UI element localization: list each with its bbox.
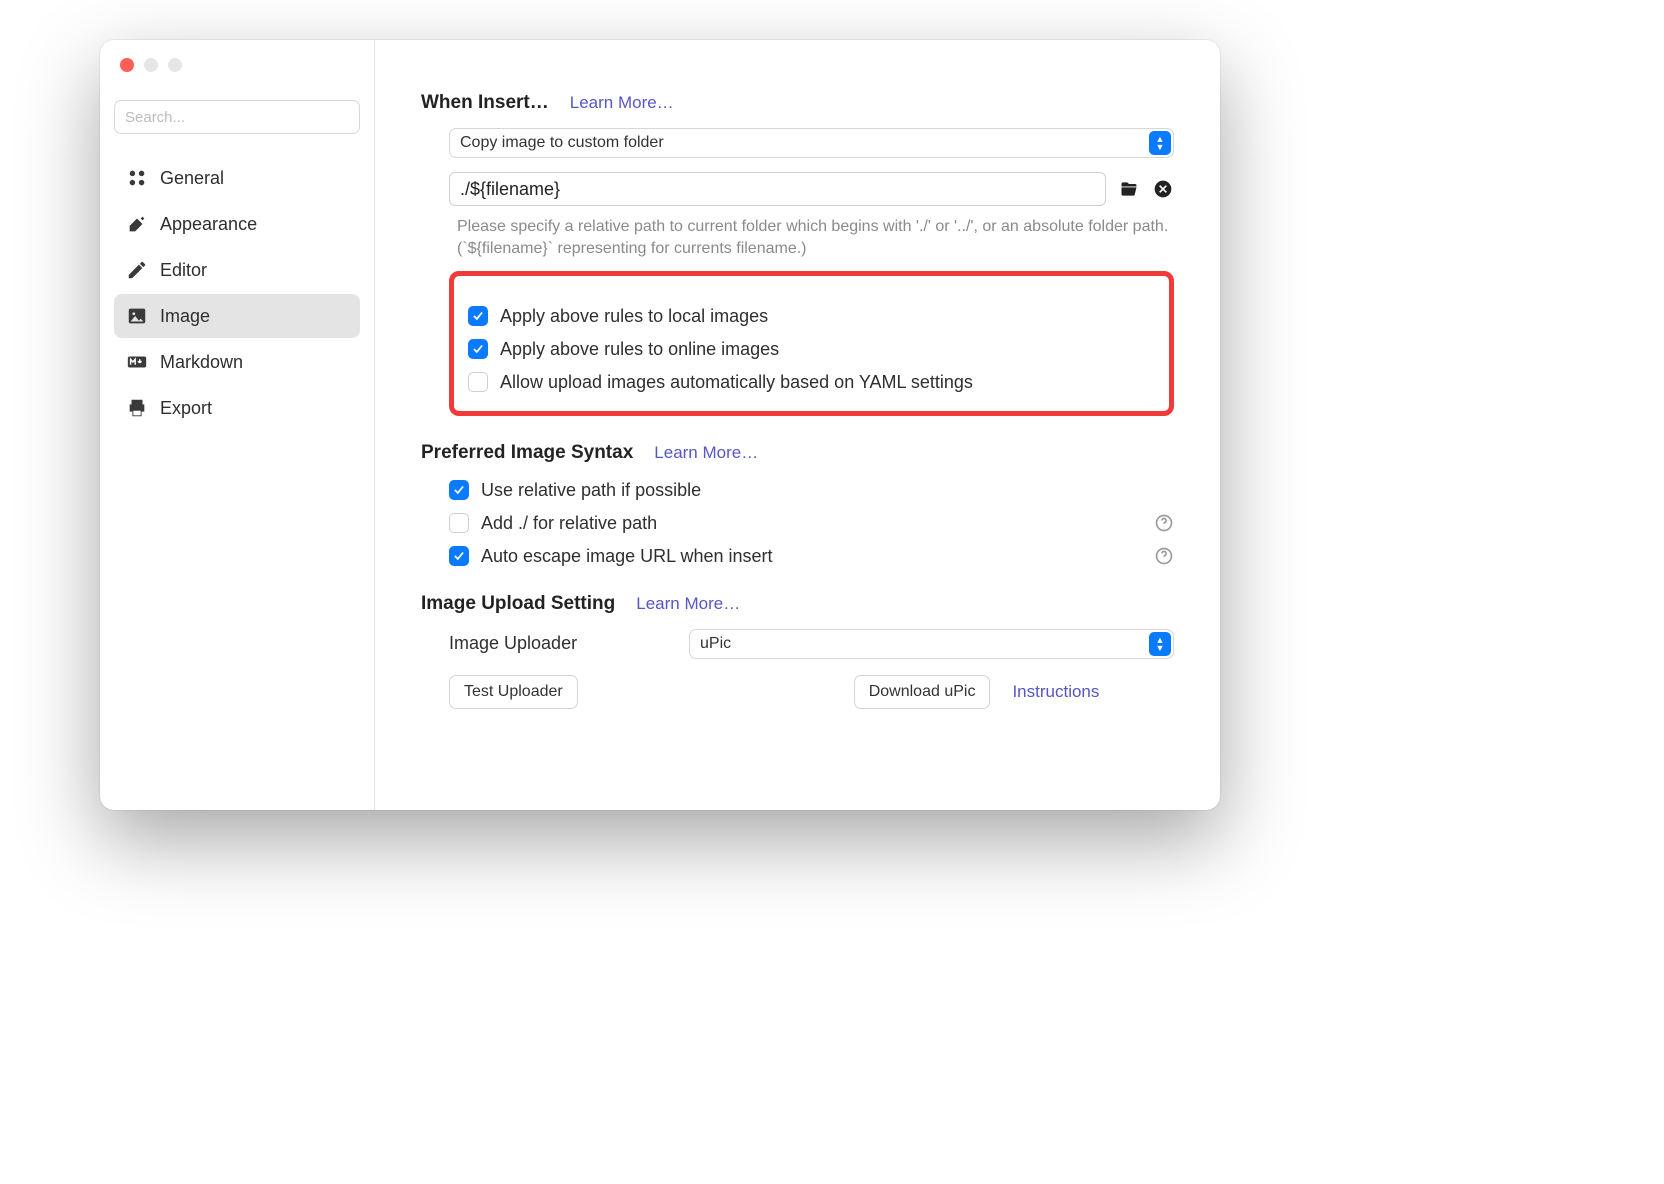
rule-yaml-upload-row: Allow upload images automatically based … <box>468 372 1155 393</box>
uploader-selected-value: uPic <box>700 635 731 653</box>
uploader-label: Image Uploader <box>449 633 659 654</box>
minimize-window-button[interactable] <box>144 58 158 72</box>
pencil-icon <box>126 259 148 281</box>
rule-online-images-checkbox[interactable] <box>468 339 488 359</box>
section-title-syntax: Preferred Image Syntax <box>421 442 633 463</box>
highlighted-rules-box: Apply above rules to local images Apply … <box>449 271 1174 416</box>
syntax-autoescape-label: Auto escape image URL when insert <box>481 546 773 567</box>
sidebar-item-markdown[interactable]: Markdown <box>114 340 360 384</box>
rule-local-images-checkbox[interactable] <box>468 306 488 326</box>
help-icon[interactable] <box>1154 546 1174 566</box>
clear-path-button[interactable] <box>1152 178 1174 200</box>
rule-local-images-label: Apply above rules to local images <box>500 306 768 327</box>
printer-icon <box>126 397 148 419</box>
close-window-button[interactable] <box>120 58 134 72</box>
syntax-autoescape-checkbox[interactable] <box>449 546 469 566</box>
sidebar-item-image[interactable]: Image <box>114 294 360 338</box>
syntax-dotslash-label: Add ./ for relative path <box>481 513 657 534</box>
folder-open-button[interactable] <box>1118 178 1140 200</box>
section-title-insert: When Insert… <box>421 92 549 113</box>
rule-local-images-row: Apply above rules to local images <box>468 306 1155 327</box>
learn-more-upload-link[interactable]: Learn More… <box>636 594 740 613</box>
maximize-window-button[interactable] <box>168 58 182 72</box>
sidebar-item-label: Markdown <box>160 352 243 373</box>
insert-action-selected-value: Copy image to custom folder <box>460 134 664 152</box>
sidebar-item-general[interactable]: General <box>114 156 360 200</box>
chevron-updown-icon: ▲▼ <box>1149 632 1171 656</box>
preferences-window: General Appearance Editor <box>100 40 1220 810</box>
syntax-relative-path-checkbox[interactable] <box>449 480 469 500</box>
sidebar-item-label: Editor <box>160 260 207 281</box>
test-uploader-button[interactable]: Test Uploader <box>449 675 578 709</box>
rule-online-images-label: Apply above rules to online images <box>500 339 779 360</box>
syntax-relative-path-label: Use relative path if possible <box>481 480 701 501</box>
sidebar: General Appearance Editor <box>100 40 375 810</box>
sidebar-item-label: Export <box>160 398 212 419</box>
path-helper-text: Please specify a relative path to curren… <box>449 216 1174 261</box>
syntax-dotslash-row: Add ./ for relative path <box>449 513 1174 534</box>
uploader-select[interactable]: uPic ▲▼ <box>689 629 1174 659</box>
sidebar-item-appearance[interactable]: Appearance <box>114 202 360 246</box>
syntax-relative-path-row: Use relative path if possible <box>449 480 1174 501</box>
insert-section-body: Copy image to custom folder ▲▼ Please sp… <box>421 128 1174 416</box>
syntax-autoescape-row: Auto escape image URL when insert <box>449 546 1174 567</box>
rule-online-images-row: Apply above rules to online images <box>468 339 1155 360</box>
sidebar-item-editor[interactable]: Editor <box>114 248 360 292</box>
section-title-upload: Image Upload Setting <box>421 593 615 614</box>
rule-yaml-upload-label: Allow upload images automatically based … <box>500 372 973 393</box>
window-controls <box>120 58 182 72</box>
paint-icon <box>126 213 148 235</box>
sidebar-item-label: Appearance <box>160 214 257 235</box>
grid-icon <box>126 167 148 189</box>
image-icon <box>126 305 148 327</box>
sidebar-item-export[interactable]: Export <box>114 386 360 430</box>
sidebar-nav: General Appearance Editor <box>114 156 360 430</box>
sidebar-item-label: Image <box>160 306 210 327</box>
markdown-icon <box>126 351 148 373</box>
help-icon[interactable] <box>1154 513 1174 533</box>
content-pane: When Insert… Learn More… Copy image to c… <box>375 40 1220 810</box>
instructions-link[interactable]: Instructions <box>1012 682 1099 702</box>
learn-more-syntax-link[interactable]: Learn More… <box>654 443 758 462</box>
download-uploader-button[interactable]: Download uPic <box>854 675 991 709</box>
sidebar-item-label: General <box>160 168 224 189</box>
rule-yaml-upload-checkbox[interactable] <box>468 372 488 392</box>
learn-more-insert-link[interactable]: Learn More… <box>570 93 674 112</box>
syntax-dotslash-checkbox[interactable] <box>449 513 469 533</box>
insert-action-select[interactable]: Copy image to custom folder ▲▼ <box>449 128 1174 158</box>
chevron-updown-icon: ▲▼ <box>1149 131 1171 155</box>
custom-folder-path-input[interactable] <box>449 172 1106 206</box>
search-input[interactable] <box>114 100 360 134</box>
